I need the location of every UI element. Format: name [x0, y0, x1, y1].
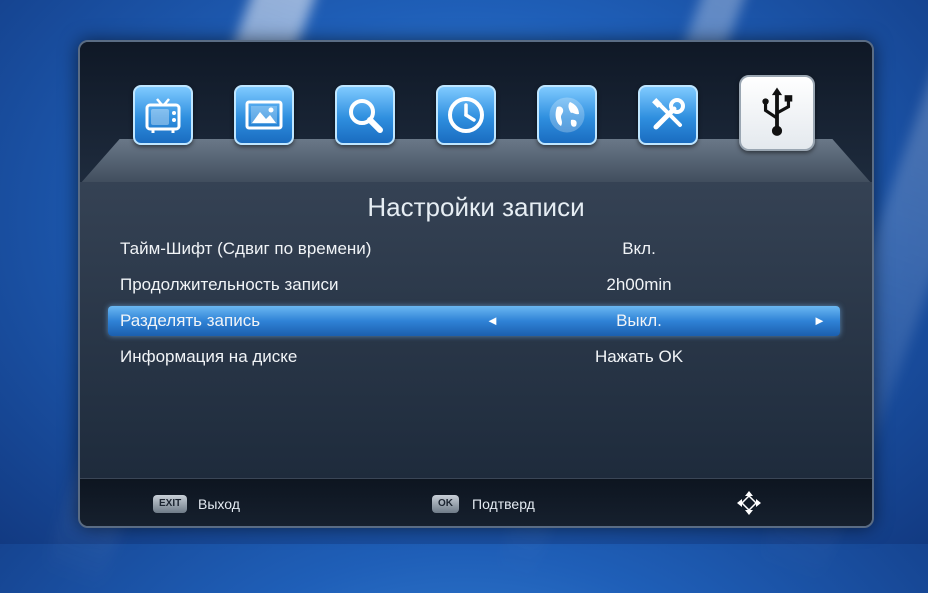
menu-tools[interactable]	[638, 85, 698, 145]
setting-row-disk-info[interactable]: Информация на диске Нажать OK	[108, 342, 840, 372]
page-title: Настройки записи	[367, 192, 585, 222]
menu-tv[interactable]	[133, 85, 193, 145]
menu-usb[interactable]	[739, 75, 815, 151]
setting-value: Нажать OK	[594, 347, 684, 366]
menu-network[interactable]	[537, 85, 597, 145]
ok-hint-label: Подтверд	[472, 496, 535, 512]
exit-hint-label: Выход	[198, 496, 240, 512]
picture-icon	[245, 100, 283, 130]
ok-key-badge[interactable]: OK	[432, 495, 459, 513]
menu-picture[interactable]	[234, 85, 294, 145]
search-icon	[349, 99, 383, 133]
menu-search[interactable]	[335, 85, 395, 145]
settings-content: Настройки записи Тайм-Шифт (Сдвиг по вре…	[80, 182, 872, 478]
setting-value: 2h00min	[606, 275, 672, 294]
arrow-right-icon[interactable]: ►	[813, 313, 826, 328]
tv-icon	[145, 98, 181, 133]
setting-value: Выкл.	[616, 311, 662, 330]
clock-icon	[448, 97, 484, 133]
settings-panel: Настройки записи Тайм-Шифт (Сдвиг по вре…	[78, 40, 874, 528]
menu-timer[interactable]	[436, 85, 496, 145]
footer-hints: EXIT Выход OK Подтверд	[80, 478, 872, 526]
setting-row-timeshift[interactable]: Тайм-Шифт (Сдвиг по времени) Вкл.	[108, 234, 840, 264]
setting-row-record-duration[interactable]: Продолжительность записи 2h00min	[108, 270, 840, 300]
globe-icon	[549, 97, 585, 133]
main-menu-icons	[133, 75, 823, 165]
setting-value: Вкл.	[622, 239, 656, 258]
exit-key-badge[interactable]: EXIT	[153, 495, 188, 513]
navigation-arrows-icon	[737, 491, 761, 515]
tools-icon	[652, 98, 685, 130]
usb-icon	[762, 87, 793, 136]
setting-row-split-record[interactable]: Разделять запись ◄ Выкл. ►	[108, 306, 840, 336]
